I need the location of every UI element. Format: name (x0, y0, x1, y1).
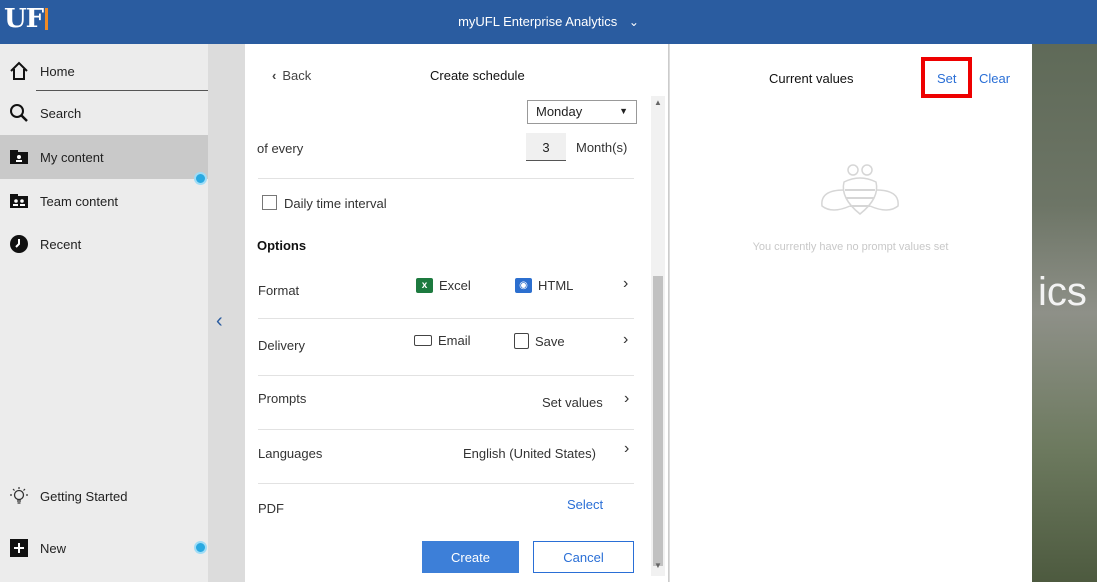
daily-interval-label: Daily time interval (284, 196, 387, 211)
sidebar-item-getting-started[interactable]: Getting Started (0, 474, 208, 518)
sidebar-item-team-content[interactable]: Team content (0, 179, 208, 223)
sidebar-item-home[interactable]: Home (0, 49, 208, 93)
sidebar-item-label: Home (40, 63, 75, 79)
app-title-menu[interactable]: myUFL Enterprise Analytics ⌄ (0, 14, 1097, 29)
app-title-text: myUFL Enterprise Analytics (458, 14, 618, 29)
delivery-save-chip[interactable]: Save (514, 333, 565, 349)
chevron-down-icon: ⌄ (628, 15, 639, 29)
clear-button[interactable]: Clear (979, 71, 1010, 86)
delivery-save-label: Save (535, 333, 565, 349)
languages-value[interactable]: English (United States) (463, 446, 596, 461)
sidebar-item-label: Search (40, 105, 82, 121)
prompts-value[interactable]: Set values (542, 395, 603, 410)
plus-icon (5, 534, 33, 562)
format-label: Format (258, 283, 300, 298)
format-chevron-right-icon[interactable]: › (623, 275, 628, 293)
divider (258, 483, 634, 484)
interval-unit: Month(s) (576, 140, 628, 155)
my-content-icon (5, 143, 33, 171)
divider (258, 178, 634, 179)
notification-dot (194, 541, 207, 554)
envelope-icon (414, 335, 432, 346)
of-every-label: of every (257, 141, 304, 156)
sidebar-item-label: My content (40, 149, 104, 165)
panel-gutter (208, 44, 245, 582)
sidebar-item-label: Team content (40, 193, 119, 209)
current-values-panel (669, 44, 1032, 582)
interval-input[interactable]: 3 (526, 133, 566, 161)
format-excel-label: Excel (439, 278, 471, 293)
create-schedule-panel (245, 44, 668, 582)
divider (258, 375, 634, 376)
sidebar-item-search[interactable]: Search (0, 91, 208, 135)
delivery-label: Delivery (258, 338, 305, 353)
options-heading: Options (257, 238, 307, 253)
lightbulb-icon (5, 482, 33, 510)
prompts-chevron-right-icon[interactable]: › (624, 390, 629, 408)
top-bar: UF myUFL Enterprise Analytics ⌄ (0, 0, 1097, 44)
recent-icon (5, 230, 33, 258)
languages-chevron-right-icon[interactable]: › (624, 440, 629, 458)
sidebar-item-my-content[interactable]: My content (0, 135, 208, 179)
day-select[interactable]: Monday ▼ (527, 100, 637, 124)
caret-down-icon: ▼ (619, 106, 628, 116)
languages-label: Languages (258, 446, 323, 461)
scroll-down-arrow-icon[interactable]: ▼ (651, 561, 665, 570)
delivery-chevron-right-icon[interactable]: › (623, 331, 628, 349)
create-button[interactable]: Create (422, 541, 519, 573)
set-button[interactable]: Set (937, 71, 957, 86)
prompts-label: Prompts (258, 391, 307, 406)
save-disk-icon (514, 333, 529, 349)
pdf-label: PDF (258, 501, 284, 516)
delivery-email-label: Email (438, 333, 471, 348)
sidebar-item-new[interactable]: New (0, 526, 208, 570)
divider (258, 429, 634, 430)
empty-state-message: You currently have no prompt values set (752, 241, 949, 253)
scrollbar[interactable] (651, 96, 665, 576)
collapse-chevron-left-icon[interactable]: ‹ (216, 310, 223, 333)
sidebar-item-recent[interactable]: Recent (0, 222, 208, 266)
format-excel-chip[interactable]: x Excel (416, 278, 471, 293)
daily-interval-checkbox[interactable] (262, 195, 277, 210)
sidebar-item-label: New (40, 540, 67, 556)
scroll-up-arrow-icon[interactable]: ▲ (651, 98, 665, 107)
background-text: ics (1038, 270, 1087, 314)
current-values-title: Current values (769, 71, 854, 86)
day-select-value: Monday (536, 104, 583, 119)
format-html-label: HTML (538, 278, 574, 293)
html-icon: ◉ (515, 278, 532, 293)
back-label: Back (282, 68, 312, 83)
delivery-email-chip[interactable]: Email (414, 333, 471, 348)
sidebar-item-label: Getting Started (40, 488, 128, 504)
sidebar-item-label: Recent (40, 236, 82, 252)
bee-empty-state-icon (821, 164, 899, 215)
page-title: Create schedule (430, 68, 525, 83)
excel-icon: x (416, 278, 433, 293)
back-button[interactable]: ‹ Back (272, 68, 311, 83)
divider (258, 318, 634, 319)
chevron-left-icon: ‹ (272, 68, 277, 83)
pdf-select-link[interactable]: Select (567, 497, 603, 512)
search-icon (5, 99, 33, 127)
scrollbar-thumb[interactable] (653, 276, 663, 566)
home-icon (5, 57, 33, 85)
cancel-button[interactable]: Cancel (533, 541, 634, 573)
format-html-chip[interactable]: ◉ HTML (515, 278, 573, 293)
team-content-icon (5, 187, 33, 215)
